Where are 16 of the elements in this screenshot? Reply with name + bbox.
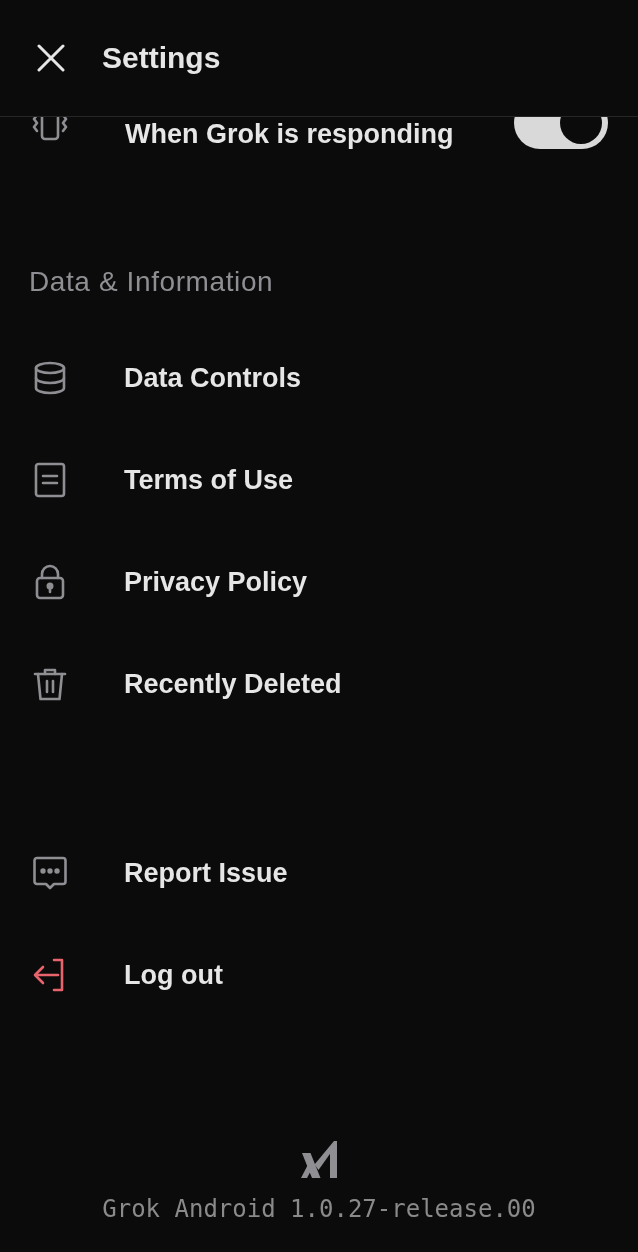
database-icon xyxy=(32,360,68,396)
page-title: Settings xyxy=(102,43,221,73)
settings-item[interactable]: Terms of Use xyxy=(0,429,638,531)
settings-item[interactable]: Privacy Policy xyxy=(0,531,638,633)
settings-item[interactable]: Recently Deleted xyxy=(0,633,638,735)
logo-icon xyxy=(301,1141,337,1178)
trash-icon xyxy=(32,666,68,702)
settings-item[interactable]: Log out xyxy=(0,924,638,1026)
close-icon xyxy=(37,44,65,72)
section-title: Data & Information xyxy=(29,268,274,296)
setting-label: When Grok is responding xyxy=(125,120,454,148)
settings-item[interactable]: Data Controls xyxy=(0,327,638,429)
document-icon xyxy=(32,462,68,498)
chat-bubble-icon xyxy=(32,855,68,891)
settings-item[interactable]: Report Issue xyxy=(0,822,638,924)
version-text: Grok Android 1.0.27-release.00 xyxy=(102,1194,536,1225)
